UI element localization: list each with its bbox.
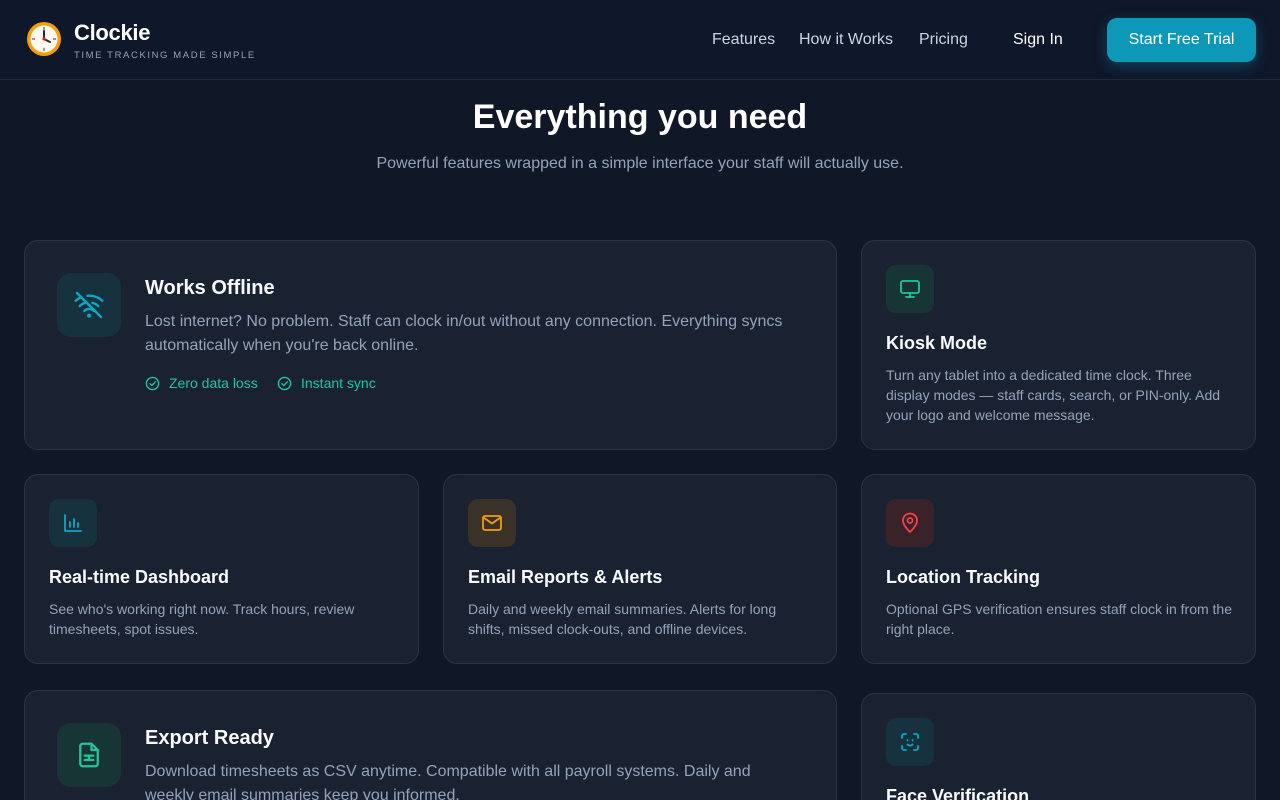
monitor-icon — [886, 265, 934, 313]
file-spreadsheet-icon — [57, 723, 121, 787]
nav-link-pricing[interactable]: Pricing — [919, 30, 968, 50]
mail-icon — [468, 499, 516, 547]
face-scan-icon — [886, 718, 934, 766]
nav-link-features[interactable]: Features — [712, 30, 775, 50]
feature-description: Lost internet? No problem. Staff can clo… — [145, 313, 783, 354]
section-title: Everything you need — [472, 98, 808, 136]
feature-description: Optional GPS verification ensures staff … — [886, 601, 1233, 637]
feature-card-location-tracking: Location Tracking Optional GPS verificat… — [861, 474, 1256, 664]
feature-title: Kiosk Mode — [886, 333, 988, 353]
brand[interactable]: Clockie TIME TRACKING MADE SIMPLE — [74, 20, 256, 62]
clock-icon[interactable] — [26, 21, 62, 57]
feature-description: Turn any tablet into a dedicated time cl… — [886, 367, 1221, 423]
check-circle-icon — [277, 376, 292, 390]
start-free-trial-button[interactable]: Start Free Trial — [1107, 18, 1256, 62]
map-pin-icon — [886, 499, 934, 547]
section-subtitle: Powerful features wrapped in a simple in… — [376, 155, 904, 172]
feature-title: Export Ready — [145, 727, 274, 749]
feature-title: Location Tracking — [886, 567, 1041, 587]
feature-title: Email Reports & Alerts — [468, 567, 663, 587]
check-circle-icon — [145, 376, 160, 390]
feature-card-works-offline: Works Offline Lost internet? No problem.… — [24, 240, 837, 450]
feature-title: Real-time Dashboard — [49, 567, 230, 587]
highlight-label: Instant sync — [301, 375, 376, 391]
nav-link-how-it-works[interactable]: How it Works — [799, 30, 893, 50]
feature-card-email-reports: Email Reports & Alerts Daily and weekly … — [443, 474, 837, 664]
highlight-zero-data-loss: Zero data loss — [145, 374, 258, 392]
brand-name: Clockie — [74, 20, 151, 45]
feature-title: Face Verification — [886, 786, 1030, 800]
feature-description: Daily and weekly email summaries. Alerts… — [468, 601, 777, 637]
feature-title: Works Offline — [145, 277, 275, 299]
feature-description: Download timesheets as CSV anytime. Comp… — [145, 763, 751, 800]
wifi-off-icon — [57, 273, 121, 337]
feature-card-real-time-dashboard: Real-time Dashboard See who's working ri… — [24, 474, 419, 664]
bar-chart-icon — [49, 499, 97, 547]
brand-tagline: TIME TRACKING MADE SIMPLE — [74, 50, 256, 61]
highlight-label: Zero data loss — [169, 375, 258, 391]
feature-description: See who's working right now. Track hours… — [49, 601, 355, 637]
highlight-instant-sync: Instant sync — [277, 374, 376, 392]
sign-in-link[interactable]: Sign In — [1013, 30, 1063, 50]
feature-card-face-verification: Face Verification — [861, 693, 1256, 800]
feature-card-kiosk-mode: Kiosk Mode Turn any tablet into a dedica… — [861, 240, 1256, 450]
site-header: Clockie TIME TRACKING MADE SIMPLE Featur… — [0, 0, 1280, 80]
feature-card-export-ready: Export Ready Download timesheets as CSV … — [24, 690, 837, 800]
